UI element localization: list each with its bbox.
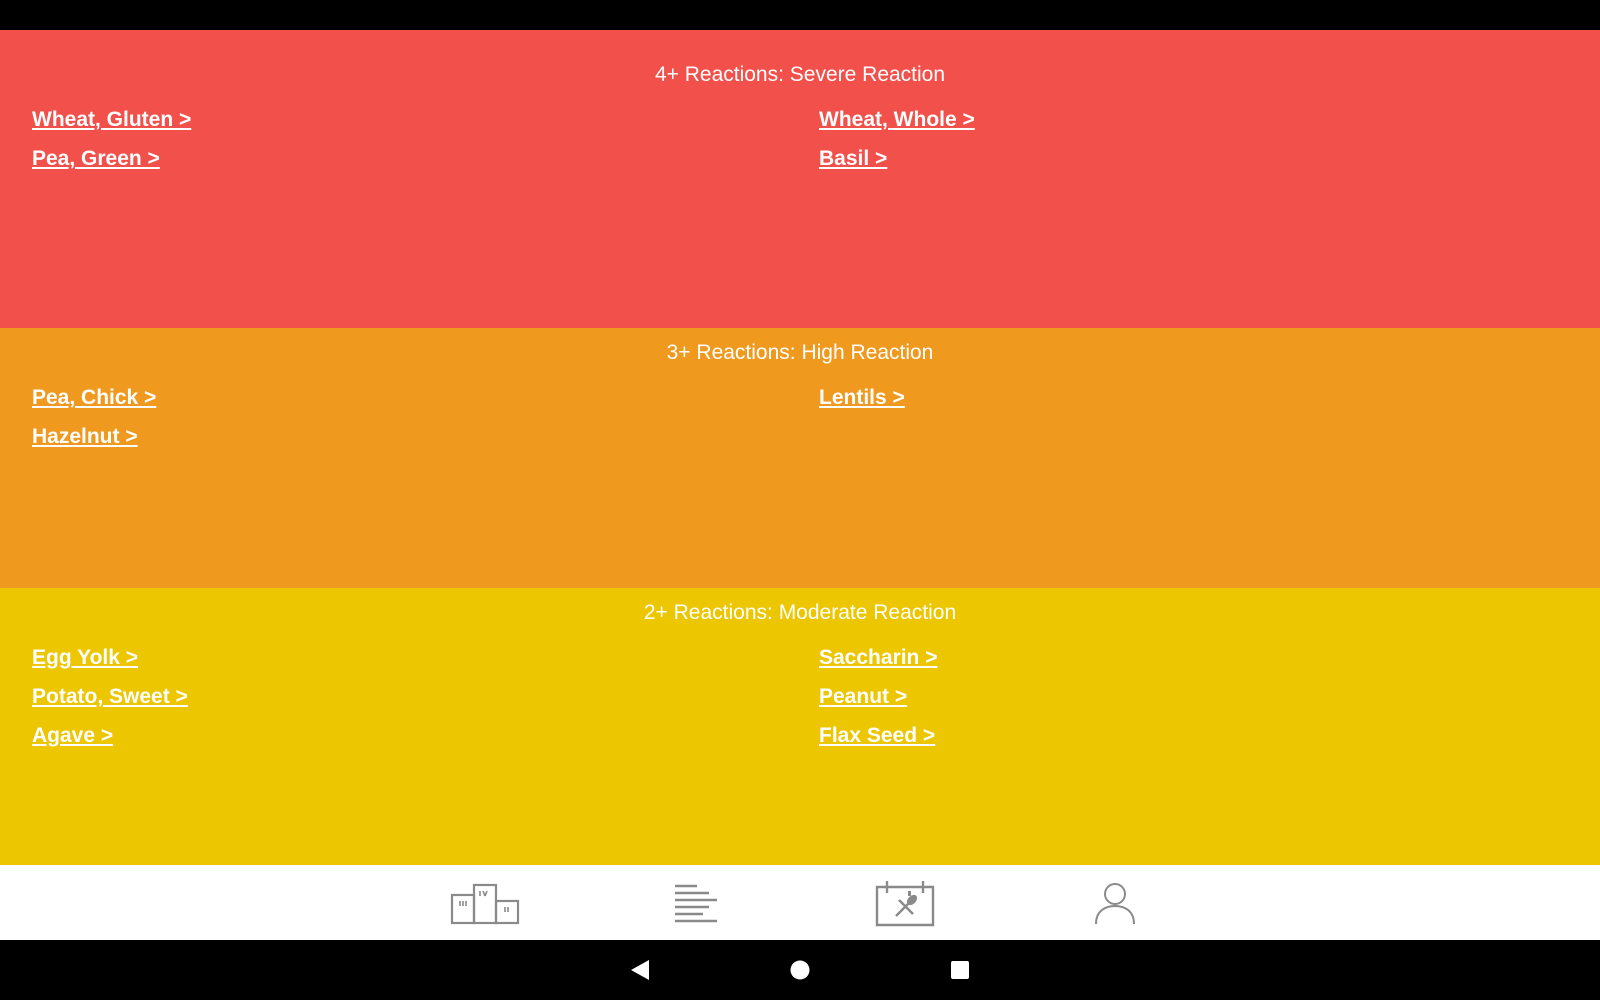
nav-tab-profile[interactable] (1070, 873, 1160, 933)
food-link[interactable]: Peanut > (819, 684, 907, 709)
status-bar (0, 0, 1600, 30)
food-link[interactable]: Basil > (819, 146, 887, 171)
nav-tab-list[interactable] (652, 873, 742, 933)
food-link[interactable]: Pea, Green > (32, 146, 160, 171)
system-recents-button[interactable] (940, 955, 980, 985)
nav-tab-meal-calendar[interactable] (860, 873, 950, 933)
section-title: 2+ Reactions: Moderate Reaction (643, 601, 957, 624)
system-home-button[interactable] (780, 955, 820, 985)
moderate-reaction-section: 2+ Reactions: Moderate Reaction Egg Yolk… (0, 588, 1600, 865)
list-icon (675, 884, 717, 923)
bottom-navigation (0, 865, 1600, 940)
home-circle-icon (790, 960, 810, 980)
meal-calendar-icon (875, 881, 935, 927)
nav-tab-rankings[interactable] (440, 873, 530, 933)
system-back-button[interactable] (620, 955, 660, 985)
food-list: Pea, Chick > Lentils > Hazelnut > (32, 385, 1568, 449)
food-link[interactable]: Egg Yolk > (32, 645, 138, 670)
food-link[interactable]: Pea, Chick > (32, 385, 156, 410)
recents-square-icon (951, 961, 969, 979)
system-navigation-bar (0, 940, 1600, 1000)
section-title: 4+ Reactions: Severe Reaction (654, 63, 946, 86)
food-link[interactable]: Wheat, Whole > (819, 107, 975, 132)
food-list: Wheat, Gluten > Wheat, Whole > Pea, Gree… (32, 107, 1568, 171)
food-list: Egg Yolk > Saccharin > Potato, Sweet > P… (32, 645, 1568, 748)
food-link[interactable]: Saccharin > (819, 645, 937, 670)
food-link[interactable]: Lentils > (819, 385, 905, 410)
food-link[interactable]: Agave > (32, 723, 113, 748)
podium-icon (450, 883, 520, 925)
food-link[interactable]: Hazelnut > (32, 424, 138, 449)
section-title: 3+ Reactions: High Reaction (666, 341, 934, 364)
high-reaction-section: 3+ Reactions: High Reaction Pea, Chick >… (0, 328, 1600, 588)
severe-reaction-section: 4+ Reactions: Severe Reaction Wheat, Glu… (0, 30, 1600, 328)
back-triangle-icon (631, 960, 649, 980)
profile-icon (1095, 883, 1135, 925)
food-link[interactable]: Flax Seed > (819, 723, 935, 748)
food-link[interactable]: Potato, Sweet > (32, 684, 188, 709)
food-link[interactable]: Wheat, Gluten > (32, 107, 191, 132)
